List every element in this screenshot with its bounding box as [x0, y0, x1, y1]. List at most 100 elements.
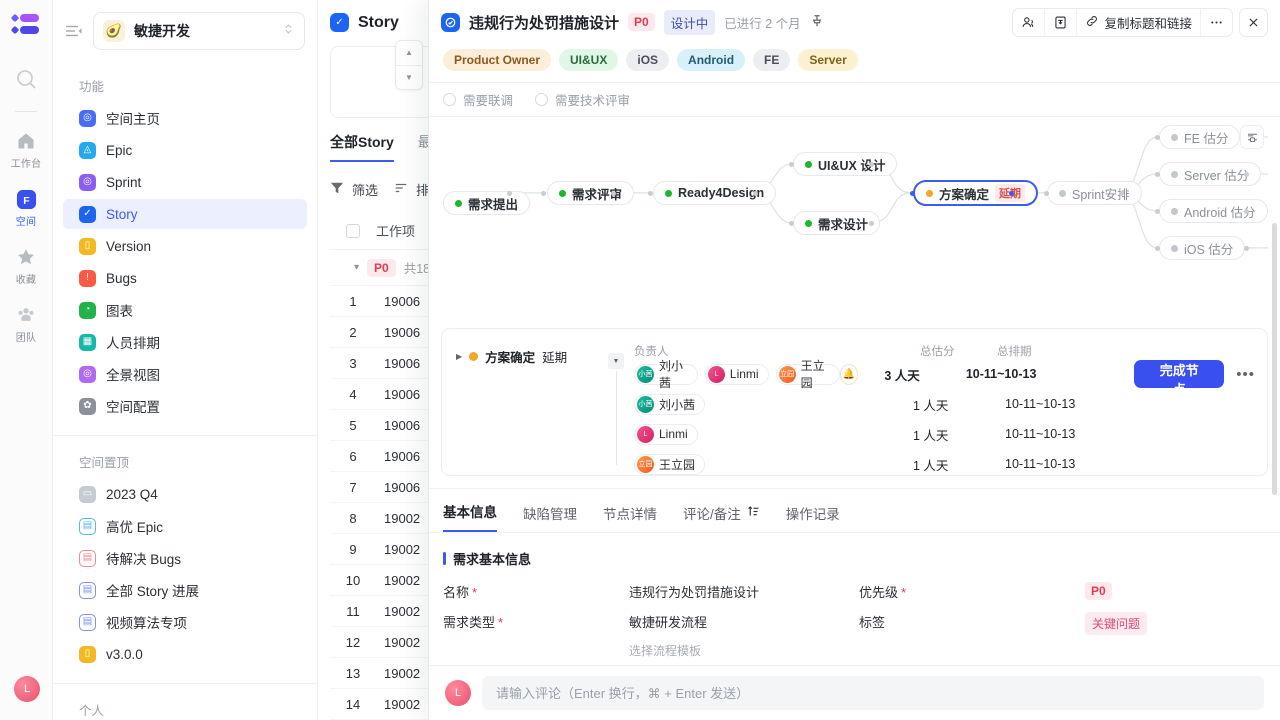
- collapse-caret-icon[interactable]: ▼: [608, 353, 624, 369]
- field-value-tags[interactable]: 关键问题: [1085, 612, 1148, 635]
- sidebar-item-v300[interactable]: ▯ v3.0.0: [63, 639, 307, 669]
- more-icon[interactable]: [1200, 8, 1232, 36]
- person-chip[interactable]: 小茜 刘小茜: [634, 393, 706, 415]
- avatar[interactable]: L: [445, 680, 471, 706]
- person-chip[interactable]: 小茜 刘小茜: [634, 359, 698, 390]
- person-chip[interactable]: L Linmi: [634, 423, 698, 445]
- checkbox-joint-debug[interactable]: 需要联调: [443, 90, 513, 109]
- rail-item-workbench[interactable]: 工作台: [0, 130, 53, 170]
- user-avatar[interactable]: L: [14, 676, 40, 702]
- sort-icon[interactable]: [394, 181, 408, 198]
- sidebar-item-staffing[interactable]: ▦ 人员排期: [63, 327, 307, 357]
- field-value-req-type[interactable]: 敏捷研发流程: [629, 612, 859, 631]
- person-estimate[interactable]: 1 人天: [913, 395, 1005, 414]
- sidebar-top: 🥑 敏捷开发: [53, 0, 317, 60]
- person-schedule[interactable]: 10-11~10-13: [1005, 397, 1195, 411]
- status-badge[interactable]: 设计中: [663, 9, 716, 35]
- filter-icon[interactable]: [330, 181, 344, 198]
- sidebar-item-bugs[interactable]: ! Bugs: [63, 263, 307, 293]
- tab-node-details[interactable]: 节点详情: [603, 503, 657, 532]
- bookmark-icon[interactable]: [1044, 8, 1076, 36]
- expand-triangle-icon[interactable]: ▶: [456, 352, 462, 361]
- complete-node-button[interactable]: 完成节点: [1134, 360, 1225, 397]
- person-estimate[interactable]: 1 人天: [913, 455, 1005, 474]
- sidebar-item-sprint[interactable]: ◎ Sprint: [63, 167, 307, 197]
- field-value-priority[interactable]: P0: [1085, 582, 1112, 600]
- sidebar-item-panorama[interactable]: ◎ 全景视图: [63, 359, 307, 389]
- tag-uiux[interactable]: UI&UX: [559, 49, 619, 71]
- workflow-node-plan-confirm[interactable]: 方案确定 延期: [913, 180, 1039, 206]
- status-dot-done: [805, 219, 812, 227]
- person-schedule[interactable]: 10-11~10-13: [1005, 427, 1195, 441]
- sidebar-item-high-epic[interactable]: ▤ 高优 Epic: [63, 511, 307, 541]
- avatar: 小茜: [637, 365, 654, 383]
- bell-icon[interactable]: 🔔: [839, 363, 859, 385]
- checkbox-tech-review[interactable]: 需要技术评审: [535, 90, 630, 109]
- rail-item-space[interactable]: F 空间: [0, 188, 53, 228]
- workflow-scrollbar[interactable]: [1272, 223, 1277, 495]
- sidebar-item-story[interactable]: ✓ Story: [63, 199, 307, 229]
- avatar: L: [637, 425, 654, 443]
- copy-title-link-button[interactable]: 复制标题和链接: [1076, 8, 1200, 36]
- sidebar-item-all-story-progress[interactable]: ▤ 全部 Story 进展: [63, 575, 307, 605]
- workspace-picker[interactable]: 🥑 敏捷开发: [93, 12, 305, 50]
- caret-up-icon[interactable]: ▲: [396, 41, 422, 66]
- collapse-panel-icon[interactable]: [63, 21, 83, 41]
- sidebar-item-version[interactable]: ▯ Version: [63, 231, 307, 261]
- caret-down-icon[interactable]: ▼: [396, 66, 422, 90]
- rail-item-team[interactable]: 团队: [0, 304, 53, 344]
- sidebar-item-label: 2023 Q4: [106, 486, 158, 502]
- tab-defect-management[interactable]: 缺陷管理: [523, 503, 577, 532]
- sidebar-item-label: 全部 Story 进展: [106, 584, 200, 599]
- workflow-node-requirement-design[interactable]: 需求设计: [793, 211, 881, 235]
- search-icon[interactable]: [14, 67, 38, 91]
- rail-item-favorites[interactable]: 收藏: [0, 246, 53, 286]
- sidebar-item-space-settings[interactable]: ✿ 空间配置: [63, 391, 307, 421]
- tag-server[interactable]: Server: [798, 49, 858, 71]
- app-root: 工作台 F 空间 收藏 团队 L 🥑 敏捷开发 功能 ◎ 空间主页 ◬ Epic…: [0, 0, 1280, 720]
- layout-settings-icon[interactable]: [1240, 125, 1264, 149]
- workflow-node-uiux-design[interactable]: UI&UX 设计: [793, 152, 898, 176]
- sort-list-icon[interactable]: [747, 505, 760, 521]
- chevron-down-icon[interactable]: ▾: [354, 262, 359, 273]
- tag-fe[interactable]: FE: [753, 49, 791, 71]
- team-icon: [15, 304, 37, 326]
- person-chip[interactable]: 立园 王立园: [775, 359, 840, 390]
- person-chip[interactable]: 立园 王立园: [634, 453, 706, 475]
- tag-ios[interactable]: iOS: [626, 49, 670, 71]
- sidebar-item-video-algo-pinned[interactable]: ▤ 视频算法专项: [63, 607, 307, 637]
- sidebar-item-2023q4[interactable]: ▭ 2023 Q4: [63, 479, 307, 509]
- workflow-node-requirement-review[interactable]: 需求评审: [547, 181, 635, 205]
- field-value-name[interactable]: 违规行为处罚措施设计: [629, 582, 859, 601]
- tag-product-owner[interactable]: Product Owner: [443, 49, 552, 71]
- tab-all-story[interactable]: 全部Story: [330, 132, 394, 162]
- workflow-node-sprint-plan[interactable]: Sprint安排: [1047, 181, 1142, 205]
- workflow-node-android-estimate[interactable]: Android 估分: [1159, 199, 1268, 223]
- tab-operation-log[interactable]: 操作记录: [786, 503, 840, 532]
- node-label: Server 估分: [1184, 168, 1250, 183]
- person-schedule[interactable]: 10-11~10-13: [1005, 457, 1195, 471]
- more-icon[interactable]: •••: [1236, 366, 1255, 383]
- column-header-workitem: 工作项: [376, 224, 416, 239]
- tag-android[interactable]: Android: [677, 49, 746, 71]
- person-estimate[interactable]: 1 人天: [913, 425, 1005, 444]
- select-all-checkbox[interactable]: [330, 223, 376, 238]
- comment-input[interactable]: [482, 676, 1264, 710]
- tab-basic-info[interactable]: 基本信息: [443, 501, 497, 532]
- stepper-control[interactable]: ▲ ▼: [395, 40, 423, 90]
- sidebar-item-charts[interactable]: ◔ 图表: [63, 295, 307, 325]
- person-chip[interactable]: L Linmi: [704, 363, 769, 385]
- workflow-node-ios-estimate[interactable]: iOS 估分: [1159, 236, 1246, 260]
- workflow-node-fe-estimate[interactable]: FE 估分: [1159, 125, 1241, 149]
- sidebar-item-epic[interactable]: ◬ Epic: [63, 135, 307, 165]
- members-icon[interactable]: [1013, 9, 1044, 36]
- workflow-node-requirement-raised[interactable]: 需求提出: [443, 191, 531, 215]
- sidebar-item-pending-bugs[interactable]: ▤ 待解决 Bugs: [63, 543, 307, 573]
- pin-icon[interactable]: [810, 14, 824, 31]
- close-icon[interactable]: [1239, 7, 1268, 37]
- status-dot-todo: [1171, 244, 1178, 252]
- tab-comments-notes[interactable]: 评论/备注: [683, 503, 760, 532]
- node-summary[interactable]: ▶ 方案确定 延期: [456, 347, 567, 366]
- sidebar-item-home[interactable]: ◎ 空间主页: [63, 103, 307, 133]
- filter-label[interactable]: 筛选: [352, 180, 378, 199]
